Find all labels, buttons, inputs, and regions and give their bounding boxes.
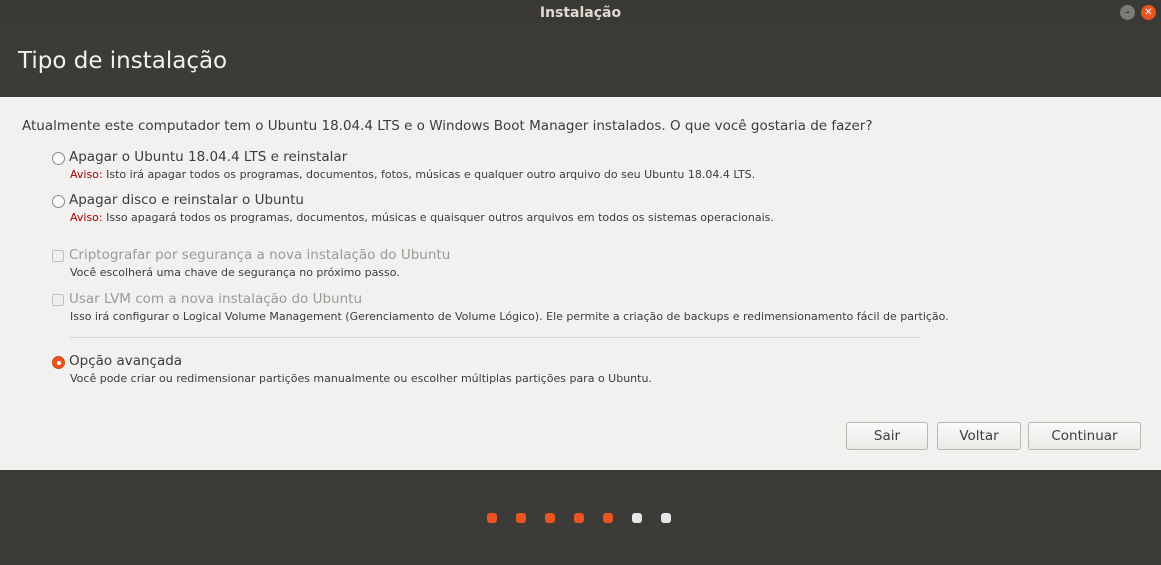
progress-dot	[545, 513, 555, 523]
window-title: Instalação	[539, 5, 622, 21]
radio-advanced[interactable]	[52, 356, 65, 369]
option-description: Isso irá configurar o Logical Volume Man…	[70, 310, 949, 323]
warning-label: Aviso:	[70, 211, 103, 224]
minimize-icon[interactable]: –	[1120, 5, 1135, 20]
quit-button[interactable]: Sair	[846, 422, 928, 450]
option-label: Apagar disco e reinstalar o Ubuntu	[69, 192, 304, 208]
page-header: Tipo de instalação	[0, 26, 1161, 97]
continue-button[interactable]: Continuar	[1028, 422, 1141, 450]
option-label: Opção avançada	[69, 353, 183, 369]
option-description: Você pode criar ou redimensionar partiçõ…	[70, 372, 652, 385]
warning-text: Isso apagará todos os programas, documen…	[102, 211, 774, 224]
progress-footer	[0, 470, 1161, 565]
warning-label: Aviso:	[70, 168, 103, 181]
option-description: Você escolherá uma chave de segurança no…	[70, 266, 400, 279]
checkbox-lvm	[52, 294, 64, 306]
progress-dot	[487, 513, 497, 523]
option-label: Criptografar por segurança a nova instal…	[69, 247, 451, 263]
progress-dot	[516, 513, 526, 523]
progress-dot	[632, 513, 642, 523]
installation-question: Atualmente este computador tem o Ubuntu …	[22, 118, 873, 134]
progress-dot	[661, 513, 671, 523]
option-label: Usar LVM com a nova instalação do Ubuntu	[69, 291, 363, 307]
option-label: Apagar o Ubuntu 18.04.4 LTS e reinstalar	[69, 149, 348, 165]
warning-text: Isto irá apagar todos os programas, docu…	[102, 168, 756, 181]
option-description: Aviso: Isso apagará todos os programas, …	[70, 211, 774, 224]
option-description: Aviso: Isto irá apagar todos os programa…	[70, 168, 755, 181]
back-button[interactable]: Voltar	[937, 422, 1021, 450]
radio-erase-disk-install[interactable]	[52, 195, 65, 208]
main-content: Atualmente este computador tem o Ubuntu …	[0, 97, 1161, 470]
checkbox-encrypt	[52, 250, 64, 262]
options-divider	[70, 337, 919, 338]
page-title: Tipo de instalação	[18, 48, 228, 74]
radio-erase-ubuntu-reinstall[interactable]	[52, 152, 65, 165]
progress-dot	[603, 513, 613, 523]
close-icon[interactable]: ✕	[1141, 5, 1156, 20]
progress-dot	[574, 513, 584, 523]
window-titlebar: Instalação – ✕	[0, 0, 1161, 26]
